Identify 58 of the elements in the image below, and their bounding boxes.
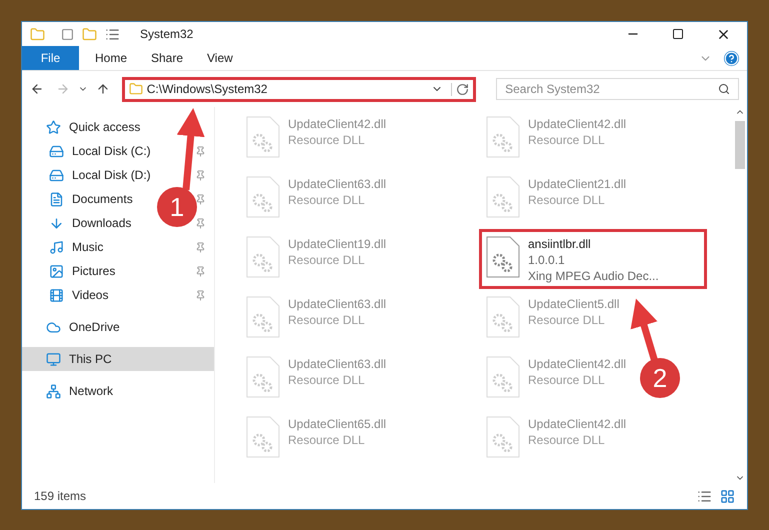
nav-label: Videos <box>72 287 108 304</box>
file-detail: Resource DLL <box>288 432 366 448</box>
file-detail: Resource DLL <box>528 132 606 148</box>
nav-item[interactable]: Pictures <box>22 259 157 283</box>
file-detail: Resource DLL <box>288 192 366 208</box>
file-name: UpdateClient42.dll <box>528 416 626 432</box>
address-bar[interactable]: C:\Windows\System32 <box>122 76 476 102</box>
file-name: UpdateClient63.dll <box>288 296 386 312</box>
file-name: UpdateClient19.dll <box>288 236 386 252</box>
file-name: UpdateClient42.dll <box>528 356 626 372</box>
search-field[interactable]: Search System32 <box>496 78 740 100</box>
file-detail: Xing MPEG Audio Dec... <box>528 268 659 284</box>
nav-label: Quick access <box>69 119 140 136</box>
file-detail: Resource DLL <box>528 192 606 208</box>
nav-item[interactable]: Documents <box>22 187 157 211</box>
file-name: UpdateClient63.dll <box>288 356 386 372</box>
item-count: 159 items <box>34 488 86 505</box>
file-name: UpdateClient21.dll <box>528 176 626 192</box>
file-detail: Resource DLL <box>288 312 366 328</box>
file-detail: Resource DLL <box>288 132 366 148</box>
nav-label: Pictures <box>72 263 116 280</box>
nav-label: Local Disk (D:) <box>72 167 151 184</box>
file-detail: Resource DLL <box>528 312 606 328</box>
nav-item[interactable]: Quick access <box>22 115 214 139</box>
nav-label: Network <box>69 383 114 400</box>
ribbon-tab[interactable]: File <box>22 46 79 70</box>
nav-label: Downloads <box>72 215 132 232</box>
ribbon-tab[interactable]: View <box>191 46 247 70</box>
ribbon-tab[interactable]: Home <box>79 46 135 70</box>
file-name: UpdateClient5.dll <box>528 296 620 312</box>
nav-item[interactable]: Local Disk (C:) <box>22 139 157 163</box>
window-title: System32 <box>140 26 194 43</box>
file-item[interactable]: ansiintlbr.dll 1.0.0.1 Xing MPEG Audio Dec... <box>479 229 707 289</box>
file-detail: Resource DLL <box>288 252 366 268</box>
nav-item[interactable]: Local Disk (D:) <box>22 163 157 187</box>
nav-label: Music <box>72 239 104 256</box>
file-name: UpdateClient42.dll <box>288 116 386 132</box>
nav-label: This PC <box>69 351 112 368</box>
nav-item[interactable]: OneDrive <box>22 315 214 339</box>
file-detail: Resource DLL <box>528 372 606 388</box>
file-name: UpdateClient42.dll <box>528 116 626 132</box>
address-value: C:\Windows\System32 <box>146 81 268 98</box>
file-detail: 1.0.0.1 <box>528 252 566 268</box>
nav-item[interactable]: This PC <box>22 347 214 371</box>
nav-item[interactable]: Music <box>22 235 157 259</box>
file-detail: Resource DLL <box>528 432 606 448</box>
nav-label: Local Disk (C:) <box>72 143 151 160</box>
ribbon-tab[interactable]: Share <box>135 46 191 70</box>
nav-item[interactable]: Downloads <box>22 211 157 235</box>
nav-label: OneDrive <box>69 319 120 336</box>
file-name: ansiintlbr.dll <box>528 236 592 252</box>
file-name: UpdateClient65.dll <box>288 416 386 432</box>
search-input[interactable]: Search System32 <box>505 80 718 98</box>
file-name: UpdateClient63.dll <box>288 176 386 192</box>
nav-item[interactable]: Network <box>22 379 214 403</box>
nav-label: Documents <box>72 191 133 208</box>
file-detail: Resource DLL <box>288 372 366 388</box>
nav-item[interactable]: Videos <box>22 283 157 307</box>
